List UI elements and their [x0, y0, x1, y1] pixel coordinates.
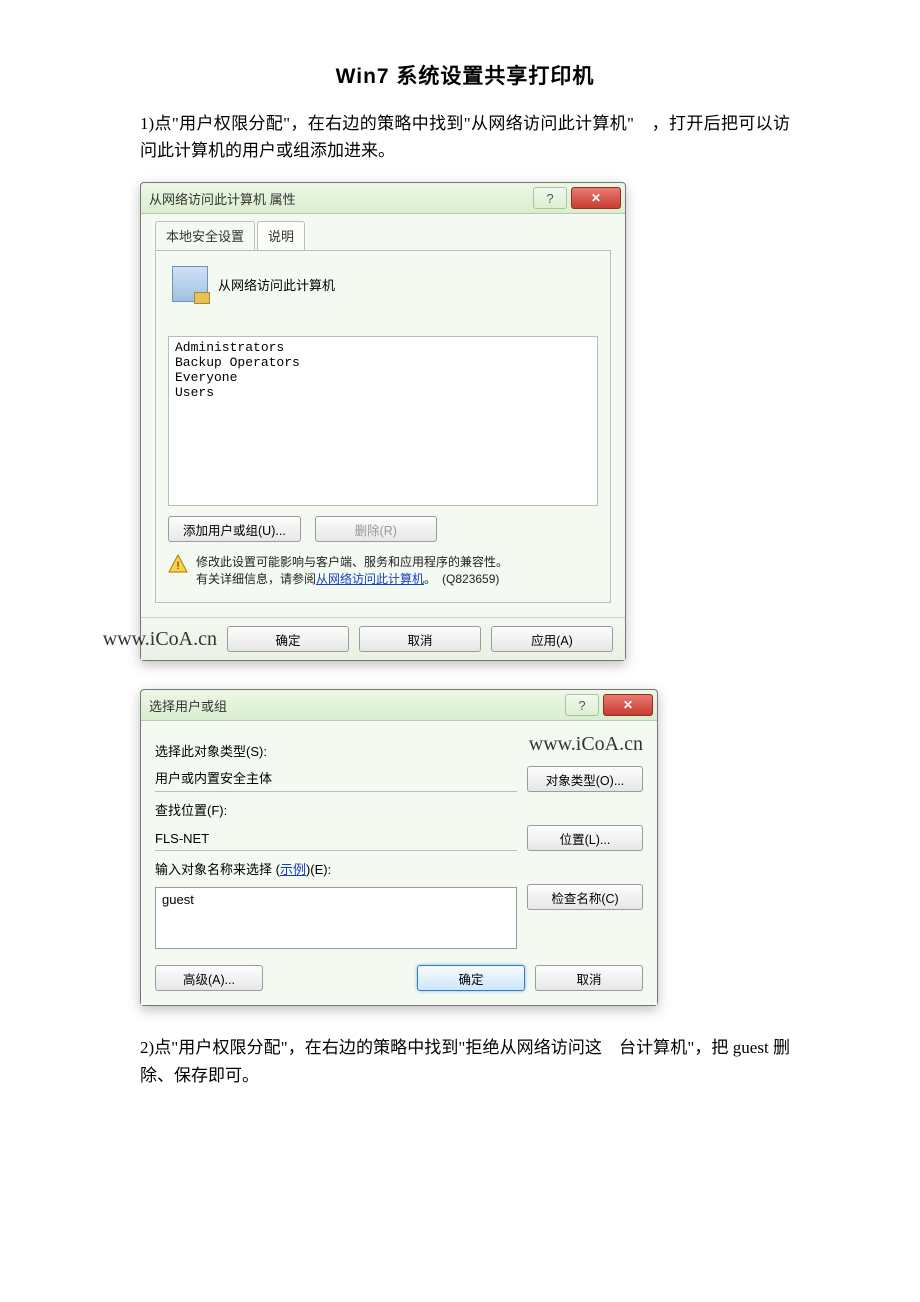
tab-local-security[interactable]: 本地安全设置 [155, 221, 255, 250]
object-type-label: 选择此对象类型(S): [155, 741, 529, 760]
policy-icon [172, 266, 208, 302]
ok-button[interactable]: 确定 [417, 965, 525, 991]
dialog-title: 从网络访问此计算机 属性 [149, 189, 533, 208]
apply-button[interactable]: 应用(A) [491, 626, 613, 652]
svg-text:!: ! [176, 560, 179, 572]
object-type-button[interactable]: 对象类型(O)... [527, 766, 643, 792]
location-button[interactable]: 位置(L)... [527, 825, 643, 851]
warning-icon: ! [168, 554, 188, 574]
tab-explain[interactable]: 说明 [257, 221, 305, 250]
select-user-dialog: 选择用户或组 ? ✕ 选择此对象类型(S): www.iCoA.cn 用户或内置… [140, 689, 658, 1006]
properties-dialog: 从网络访问此计算机 属性 ? ✕ 本地安全设置 说明 从网络访问此计算机 Adm… [140, 182, 626, 661]
add-user-button[interactable]: 添加用户或组(U)... [168, 516, 301, 542]
warning-text: 修改此设置可能影响与客户端、服务和应用程序的兼容性。 有关详细信息，请参阅从网络… [196, 554, 508, 586]
list-item[interactable]: Backup Operators [175, 356, 591, 371]
location-value: FLS-NET [155, 831, 517, 851]
watermark: www.iCoA.cn [529, 733, 643, 755]
help-icon[interactable]: ? [565, 694, 599, 716]
close-icon[interactable]: ✕ [603, 694, 653, 716]
ok-button[interactable]: 确定 [227, 626, 349, 652]
object-type-value: 用户或内置安全主体 [155, 768, 517, 792]
list-item[interactable]: Users [175, 386, 591, 401]
help-icon[interactable]: ? [533, 187, 567, 209]
list-item[interactable]: Administrators [175, 341, 591, 356]
remove-button: 删除(R) [315, 516, 437, 542]
cancel-button[interactable]: 取消 [359, 626, 481, 652]
dialog-title: 选择用户或组 [149, 696, 565, 715]
warning-link[interactable]: 从网络访问此计算机 [316, 572, 424, 586]
users-listbox[interactable]: Administrators Backup Operators Everyone… [168, 336, 598, 506]
example-link[interactable]: 示例 [280, 862, 306, 877]
watermark: www.iCoA.cn [103, 628, 217, 651]
title-bar[interactable]: 从网络访问此计算机 属性 ? ✕ [141, 183, 625, 214]
paragraph-2: 2)点"用户权限分配"，在右边的策略中找到"拒绝从网络访问这 台计算机"，把 g… [140, 1034, 790, 1088]
object-name-label: 输入对象名称来选择 (示例)(E): [155, 859, 643, 878]
advanced-button[interactable]: 高级(A)... [155, 965, 263, 991]
close-icon[interactable]: ✕ [571, 187, 621, 209]
doc-title: Win7 系统设置共享打印机 [140, 60, 790, 90]
list-item[interactable]: Everyone [175, 371, 591, 386]
object-name-input[interactable]: guest [155, 887, 517, 949]
check-name-button[interactable]: 检查名称(C) [527, 884, 643, 910]
location-label: 查找位置(F): [155, 800, 643, 819]
paragraph-1: 1)点"用户权限分配"，在右边的策略中找到"从网络访问此计算机" ，打开后把可以… [140, 110, 790, 164]
policy-name: 从网络访问此计算机 [218, 275, 335, 294]
cancel-button[interactable]: 取消 [535, 965, 643, 991]
title-bar[interactable]: 选择用户或组 ? ✕ [141, 690, 657, 721]
